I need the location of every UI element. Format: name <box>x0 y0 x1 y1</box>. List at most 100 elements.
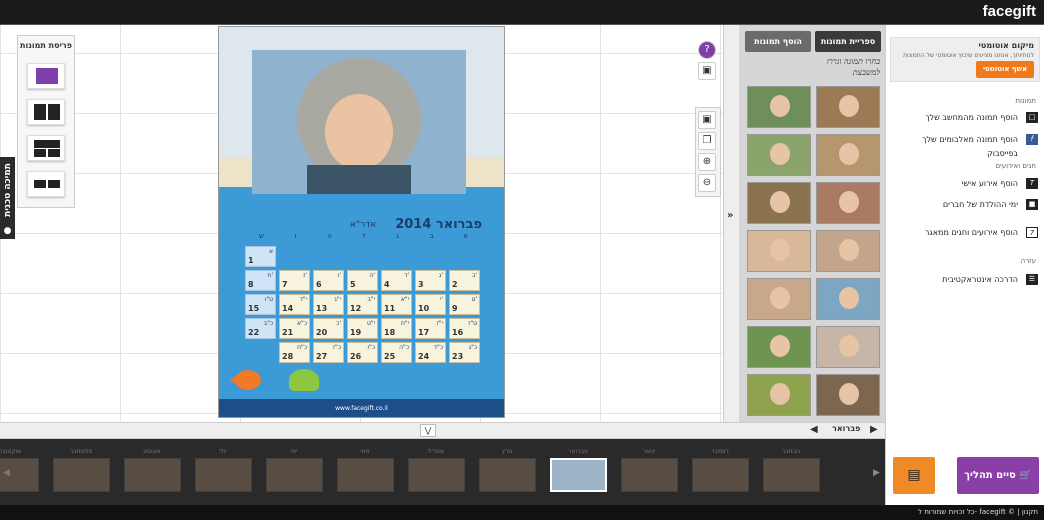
calendar-day[interactable]: 1א <box>245 246 276 267</box>
month-label: פברואר <box>568 448 588 455</box>
month-thumbnail[interactable] <box>692 458 749 492</box>
day-number: 11 <box>384 304 396 313</box>
calendar-day[interactable]: 23 כ"ג <box>449 342 480 363</box>
gallery-thumbnail[interactable] <box>747 86 811 128</box>
prev-month-icon[interactable]: ◀ <box>810 424 818 435</box>
calendar-day[interactable]: 14 י"ד <box>279 294 310 315</box>
gallery-thumbnail[interactable] <box>747 326 811 368</box>
fit-icon[interactable]: ▣ <box>698 111 716 129</box>
face-shape <box>839 191 859 213</box>
gallery-toggle[interactable]: » <box>723 25 739 422</box>
gallery-thumbnail[interactable] <box>747 134 811 176</box>
month-thumbnail[interactable] <box>408 458 465 492</box>
layout-option-three[interactable] <box>27 135 65 161</box>
duplicate-icon[interactable]: ❐ <box>698 132 716 150</box>
auto-wizard-button[interactable]: אשף אוטומטי <box>976 61 1034 78</box>
month-thumbnail[interactable] <box>195 458 252 492</box>
gallery-thumbnail[interactable] <box>816 278 880 320</box>
calendar-hebrew-month: אדר"א <box>349 220 376 230</box>
zoom-out-icon[interactable]: ⊖ <box>698 174 716 192</box>
month-thumbnail[interactable] <box>53 458 110 492</box>
layout-option-two-small[interactable] <box>27 171 65 197</box>
cart-icon: 🛒 <box>1019 470 1032 481</box>
help-icon[interactable]: ? <box>698 41 716 59</box>
strip-right-arrow-icon[interactable]: ▶ <box>873 468 880 478</box>
day-number: 22 <box>248 328 260 337</box>
gallery-thumbnail[interactable] <box>816 326 880 368</box>
add-from-computer[interactable]: הוסף תמונה מהמחשב שלך □ <box>898 111 1038 125</box>
add-personal-event[interactable]: הוסף אירוע אישי T <box>898 177 1038 191</box>
gallery-thumbnail[interactable] <box>747 182 811 224</box>
collapse-strip-icon[interactable]: ⋁ <box>420 424 436 437</box>
section-help: עזרה <box>1020 257 1036 265</box>
camera-icon[interactable]: ▣ <box>698 62 716 80</box>
user-icon[interactable]: ● <box>0 224 15 239</box>
calendar-day[interactable]: 2 ב' <box>449 270 480 291</box>
calendar-day[interactable]: 9 ט' <box>449 294 480 315</box>
calendar-day[interactable]: 28 כ"ח <box>279 342 310 363</box>
gallery-thumbnail[interactable] <box>816 374 880 416</box>
facegift-logo[interactable]: facegift <box>983 3 1036 20</box>
gallery-thumbnail[interactable] <box>816 86 880 128</box>
gallery-thumbnail[interactable] <box>816 182 880 224</box>
calendar-day[interactable]: 24 כ"ד <box>415 342 446 363</box>
calendar-day[interactable]: 18 י"ח <box>381 318 412 339</box>
hebrew-date: י' <box>440 296 443 303</box>
month-thumbnail[interactable] <box>266 458 323 492</box>
calendar-day[interactable]: 22 כ"ב <box>245 318 276 339</box>
calendar-day[interactable]: 15 ט"ו <box>245 294 276 315</box>
calendar-day[interactable]: 7 ז' <box>279 270 310 291</box>
month-thumbnail[interactable] <box>621 458 678 492</box>
zoom-in-icon[interactable]: ⊕ <box>698 153 716 171</box>
calendar-day[interactable]: 25 כ"ה <box>381 342 412 363</box>
calendar-day[interactable]: 27 כ"ז <box>313 342 344 363</box>
calendar-day[interactable]: 3 ג' <box>415 270 446 291</box>
text-icon: T <box>1026 178 1038 189</box>
add-holidays[interactable]: הוסף אירועים וחגים ממאגר 7 <box>898 226 1038 240</box>
day-number: 27 <box>316 352 328 361</box>
next-month-icon[interactable]: ▶ <box>870 424 878 435</box>
double-chevron-icon: » <box>727 210 734 221</box>
calendar-day[interactable]: 6 ו' <box>313 270 344 291</box>
gallery-thumbnail[interactable] <box>747 374 811 416</box>
calendar-day[interactable]: 8 ח' <box>245 270 276 291</box>
interactive-tutorial[interactable]: הדרכה אינטראקטיבית ☰ <box>898 273 1038 287</box>
calendar-day[interactable]: 11 י"א <box>381 294 412 315</box>
calendar-day[interactable]: 19 י"ט <box>347 318 378 339</box>
tutorial-icon: ☰ <box>1026 274 1038 285</box>
add-photos-button[interactable]: הוסף תמונות <box>745 31 811 52</box>
calendar-day[interactable]: 4 ד' <box>381 270 412 291</box>
layout-option-single[interactable] <box>27 63 65 89</box>
month-thumbnail[interactable] <box>479 458 536 492</box>
calendar-day[interactable]: 10 י' <box>415 294 446 315</box>
gallery-thumbnail[interactable] <box>816 230 880 272</box>
calendar-day[interactable]: 16 ט"ז <box>449 318 480 339</box>
month-thumbnail[interactable] <box>124 458 181 492</box>
month-thumbnail[interactable] <box>550 458 607 492</box>
calendar-day[interactable]: 5 ה' <box>347 270 378 291</box>
add-from-facebook[interactable]: הוסף תמונה מאלבומים שלך בפייסבוק f <box>898 133 1038 158</box>
gallery-thumbnail[interactable] <box>747 230 811 272</box>
calendar-day[interactable]: 13 י"ג <box>313 294 344 315</box>
month-thumbnail[interactable] <box>337 458 394 492</box>
gift-icon: ■ <box>1026 199 1038 210</box>
friends-birthdays[interactable]: ימי ההולדת של חברים ■ <box>898 198 1038 212</box>
finish-button[interactable]: סיים תהליך 🛒 <box>957 457 1039 494</box>
month-thumbnail[interactable] <box>0 458 39 492</box>
calendar-day[interactable]: 26 כ"ו <box>347 342 378 363</box>
photo-slot[interactable] <box>252 50 466 194</box>
month-thumbnail[interactable] <box>763 458 820 492</box>
footer: כל זכויות שמורות ל- facegift © | תקנון <box>0 505 1044 520</box>
gallery-thumbnail[interactable] <box>816 134 880 176</box>
photo-library-button[interactable]: ספריית תמונות <box>815 31 881 52</box>
calendar-day[interactable]: 17 י"ז <box>415 318 446 339</box>
layout-option-two[interactable] <box>27 99 65 125</box>
day-number: 17 <box>418 328 430 337</box>
day-number: 28 <box>282 352 294 361</box>
gallery-thumbnail[interactable] <box>747 278 811 320</box>
calendar-day[interactable]: 20 כ' <box>313 318 344 339</box>
month-label: אפריל <box>428 448 444 455</box>
calendar-day[interactable]: 21 כ"א <box>279 318 310 339</box>
calendar-day[interactable]: 12 י"ב <box>347 294 378 315</box>
save-button[interactable]: ▤ <box>893 457 935 494</box>
